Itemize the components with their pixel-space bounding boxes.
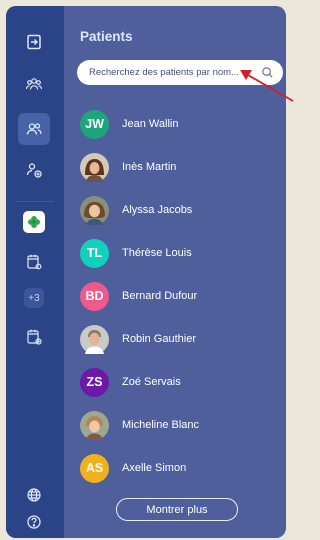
patient-name: Inès Martin [122, 161, 177, 173]
show-more-button[interactable]: Montrer plus [116, 498, 238, 521]
avatar: BD [80, 281, 109, 311]
patient-item[interactable]: Robin Gauthier [80, 324, 196, 354]
app-frame: +3 Patients Recherchez des patients par … [6, 6, 286, 538]
patient-item[interactable]: JW Jean Wallin [80, 109, 178, 139]
calendar-add-icon[interactable] [18, 321, 50, 353]
group-icon[interactable] [18, 68, 50, 100]
patient-item[interactable]: TL Thérèse Louis [80, 238, 192, 268]
patient-item[interactable]: Alyssa Jacobs [80, 195, 192, 225]
patient-name: Alyssa Jacobs [122, 204, 193, 216]
patient-item[interactable]: BD Bernard Dufour [80, 281, 197, 311]
avatar: AS [80, 453, 109, 483]
avatar-photo [80, 410, 109, 440]
exit-icon[interactable] [18, 26, 50, 58]
search-bar [77, 60, 283, 85]
sidebar-rail: +3 [6, 6, 64, 538]
patient-item[interactable]: Inès Martin [80, 152, 176, 182]
add-user-icon[interactable] [18, 154, 50, 186]
avatar: ZS [80, 367, 109, 397]
clover-app-icon[interactable] [23, 211, 45, 233]
patient-name: Micheline Blanc [122, 419, 200, 431]
search-icon[interactable] [261, 66, 274, 79]
patients-panel: Patients JW Jean Wallin Inès Martin [64, 6, 286, 538]
patient-name: Bernard Dufour [122, 290, 198, 302]
patient-item[interactable]: ZS Zoé Servais [80, 367, 181, 397]
calendar-settings-icon[interactable] [18, 246, 50, 278]
patient-name: Jean Wallin [122, 118, 179, 130]
patient-name: Thérèse Louis [122, 247, 192, 259]
patient-name: Axelle Simon [122, 462, 187, 474]
avatar-photo [80, 152, 109, 182]
avatar: JW [80, 109, 109, 139]
patient-item[interactable]: Micheline Blanc [80, 410, 199, 440]
patient-name: Zoé Servais [122, 376, 181, 388]
help-icon[interactable] [18, 506, 50, 538]
page-title: Patients [80, 29, 133, 44]
avatar-photo [80, 324, 109, 354]
patients-icon[interactable] [18, 113, 50, 145]
avatar: TL [80, 238, 109, 268]
extra-count-badge[interactable]: +3 [24, 288, 44, 308]
search-input[interactable] [89, 67, 259, 78]
avatar-photo [80, 195, 109, 225]
rail-divider [16, 201, 54, 202]
patient-item[interactable]: AS Axelle Simon [80, 453, 186, 483]
patient-name: Robin Gauthier [122, 333, 196, 345]
